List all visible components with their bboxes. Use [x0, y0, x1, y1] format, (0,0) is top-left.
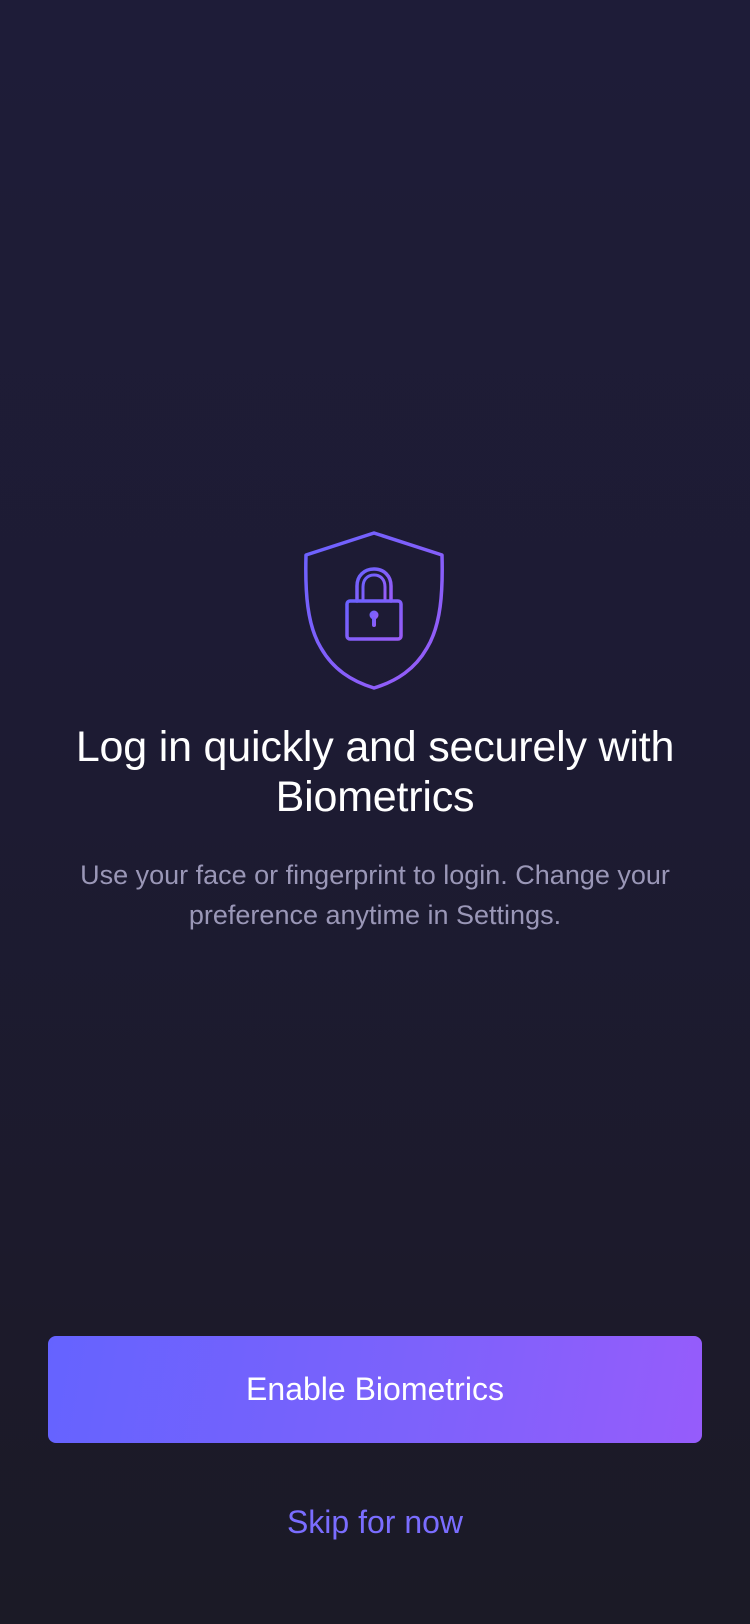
shield-lock-icon: [302, 530, 446, 690]
enable-biometrics-button[interactable]: Enable Biometrics: [48, 1336, 702, 1443]
biometrics-setup-screen: Log in quickly and securely with Biometr…: [0, 0, 750, 1624]
page-title: Log in quickly and securely with Biometr…: [75, 723, 675, 821]
page-subtitle: Use your face or fingerprint to login. C…: [80, 860, 670, 930]
skip-for-now-button[interactable]: Skip for now: [175, 1497, 575, 1547]
